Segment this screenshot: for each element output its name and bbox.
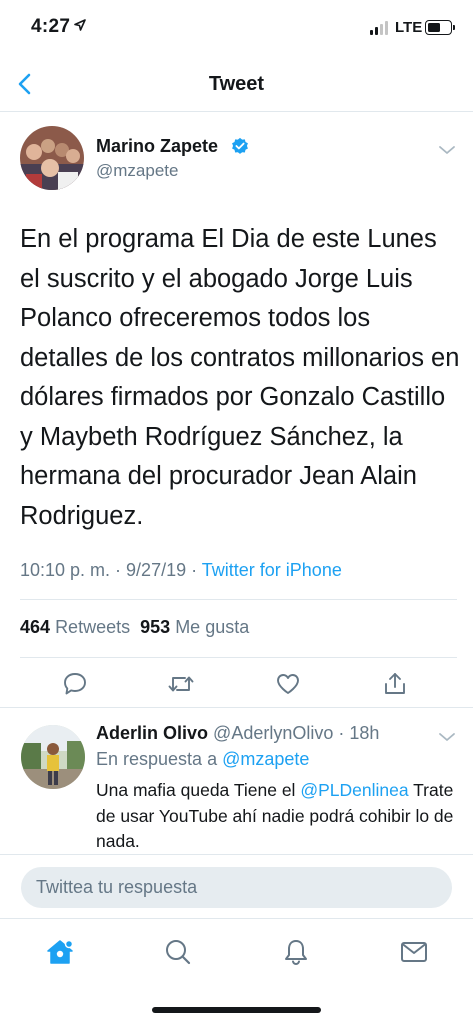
retweets-stat[interactable]: 464 Retweets bbox=[20, 617, 130, 637]
home-icon bbox=[47, 939, 74, 964]
retweet-button[interactable] bbox=[166, 669, 196, 699]
search-icon bbox=[166, 940, 191, 965]
nav-header: Tweet bbox=[0, 56, 473, 112]
share-icon bbox=[385, 673, 405, 694]
home-indicator[interactable] bbox=[152, 1007, 321, 1013]
avatar-photo bbox=[20, 126, 84, 190]
author-handle: @mzapete bbox=[96, 161, 179, 180]
reply-to-handle-link[interactable]: @mzapete bbox=[222, 749, 309, 769]
avatar-photo bbox=[21, 725, 85, 789]
verified-badge-icon bbox=[232, 137, 248, 154]
chevron-down-icon[interactable] bbox=[438, 144, 456, 156]
likes-count: 953 bbox=[140, 617, 171, 637]
reply-text: Una mafia queda Tiene el @PLDenlinea Tra… bbox=[96, 778, 456, 855]
tweet-actions bbox=[0, 667, 473, 707]
reply-context: En respuesta a @mzapete bbox=[96, 749, 309, 770]
divider bbox=[20, 599, 457, 600]
like-button[interactable] bbox=[273, 669, 303, 699]
author-name[interactable]: Marino Zapete bbox=[96, 136, 218, 157]
network-label: LTE bbox=[395, 19, 423, 36]
divider bbox=[20, 657, 457, 658]
messages-icon bbox=[401, 942, 427, 962]
notifications-icon bbox=[285, 940, 307, 966]
reply-text-before: Una mafia queda Tiene el bbox=[96, 780, 301, 800]
likes-stat[interactable]: 953 Me gusta bbox=[140, 617, 249, 637]
divider bbox=[0, 707, 473, 708]
like-icon bbox=[277, 674, 299, 694]
mention-link[interactable]: @PLDenlinea bbox=[300, 780, 408, 800]
tab-messages[interactable] bbox=[397, 935, 431, 969]
tweet-source-link[interactable]: Twitter for iPhone bbox=[202, 560, 342, 580]
reply-header: Aderlin Olivo @AderlynOlivo · 18h bbox=[96, 723, 379, 744]
battery-icon bbox=[425, 20, 455, 35]
reply-compose-input[interactable]: Twittea tu respuesta bbox=[21, 867, 452, 908]
reply-time: · 18h bbox=[338, 723, 380, 743]
author-avatar[interactable] bbox=[20, 126, 84, 190]
tweet-meta: 10:10 p. m. · 9/27/19 · Twitter for iPho… bbox=[20, 560, 342, 581]
cellular-signal-icon bbox=[370, 21, 388, 35]
page-title: Tweet bbox=[208, 73, 265, 95]
retweets-count: 464 bbox=[20, 617, 51, 637]
reply-author-handle: @AderlynOlivo bbox=[213, 723, 334, 743]
tab-notifications[interactable] bbox=[279, 935, 313, 969]
reply-tweet[interactable]: Aderlin Olivo @AderlynOlivo · 18h En res… bbox=[0, 710, 473, 856]
chevron-down-icon[interactable] bbox=[438, 731, 456, 743]
share-button[interactable] bbox=[380, 669, 410, 699]
tweet-stats: 464 Retweets 953 Me gusta bbox=[20, 617, 249, 638]
likes-label: Me gusta bbox=[175, 617, 250, 637]
tweet-text: En el programa El Dia de este Lunes el s… bbox=[20, 225, 460, 530]
status-bar: 4:27 LTE bbox=[0, 0, 473, 56]
location-arrow-icon bbox=[74, 19, 86, 31]
retweet-icon bbox=[168, 676, 194, 692]
reply-to-label: En respuesta a bbox=[96, 749, 223, 769]
retweets-label: Retweets bbox=[55, 617, 131, 637]
tab-home[interactable] bbox=[43, 935, 77, 969]
reply-author-name[interactable]: Aderlin Olivo bbox=[96, 723, 208, 743]
reply-author-avatar[interactable] bbox=[21, 725, 85, 789]
tab-search[interactable] bbox=[161, 935, 195, 969]
divider bbox=[0, 854, 473, 855]
status-time: 4:27 bbox=[31, 16, 71, 37]
reply-icon bbox=[64, 673, 86, 695]
tweet-timestamp: 10:10 p. m. · 9/27/19 · bbox=[20, 560, 202, 580]
compose-placeholder: Twittea tu respuesta bbox=[36, 877, 198, 897]
reply-button[interactable] bbox=[60, 669, 90, 699]
